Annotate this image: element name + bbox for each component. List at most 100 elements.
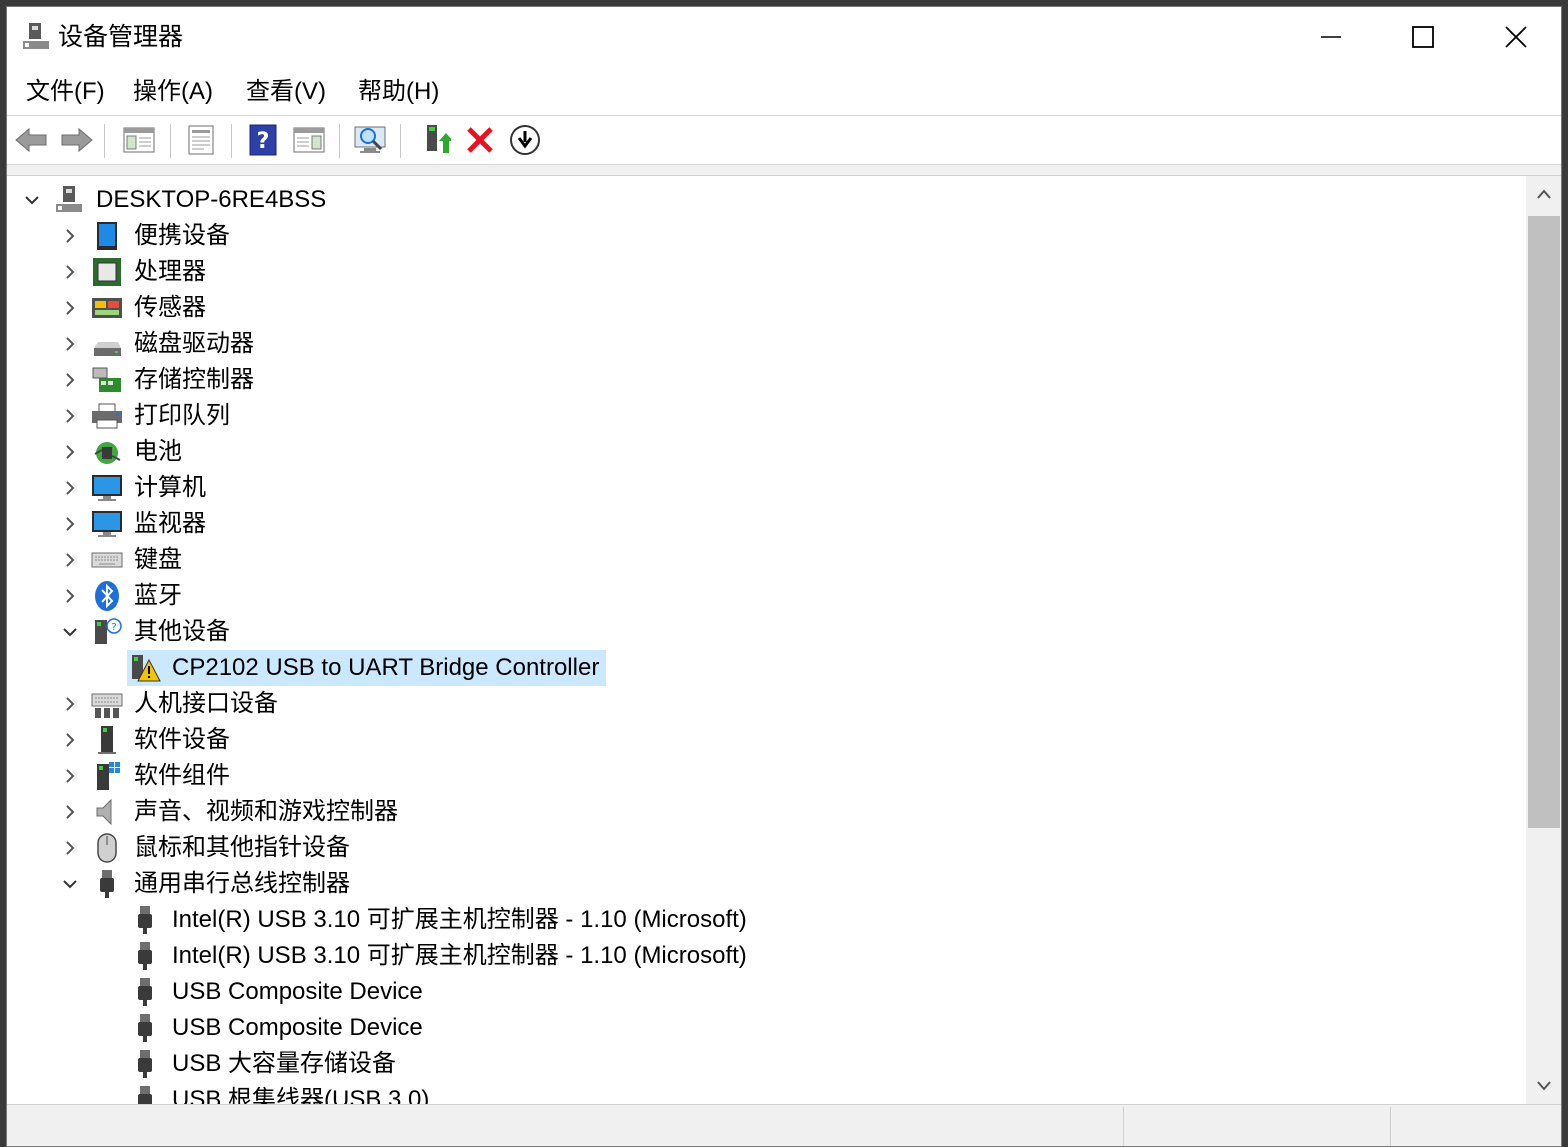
tree-category-row[interactable]: 鼠标和其他指针设备: [7, 830, 1507, 866]
uninstall-icon: [467, 127, 493, 153]
battery-icon: [94, 442, 121, 464]
svg-text:?: ?: [257, 129, 270, 154]
chevron-down-icon[interactable]: [61, 623, 79, 641]
tree-category-row[interactable]: 存储控制器: [7, 362, 1507, 398]
usb-icon: [138, 1086, 152, 1104]
tree-category-row[interactable]: 传感器: [7, 290, 1507, 326]
toolbar-separator: [231, 124, 232, 158]
usb-icon: [138, 906, 152, 934]
category-label: 打印队列: [134, 402, 230, 429]
scroll-down-button[interactable]: [1526, 1068, 1561, 1104]
tree-device-row[interactable]: USB 大容量存储设备: [7, 1046, 1507, 1082]
tree-category-row[interactable]: 打印队列: [7, 398, 1507, 434]
device-manager-app-icon: [23, 23, 49, 49]
chevron-right-icon[interactable]: [61, 695, 79, 713]
vertical-scrollbar[interactable]: [1526, 176, 1561, 1104]
tree-category-row[interactable]: 键盘: [7, 542, 1507, 578]
chevron-down-icon[interactable]: [61, 875, 79, 893]
forward-button[interactable]: [58, 121, 96, 159]
software-device-icon: [98, 726, 116, 754]
tree-device-row[interactable]: USB Composite Device: [7, 1010, 1507, 1046]
tree-device-row[interactable]: Intel(R) USB 3.10 可扩展主机控制器 - 1.10 (Micro…: [7, 938, 1507, 974]
help-icon: ?: [249, 124, 277, 156]
tree-device-row-selected[interactable]: CP2102 USB to UART Bridge Controller: [7, 650, 1507, 686]
tree-category-row-expanded[interactable]: 通用串行总线控制器: [7, 866, 1507, 902]
chevron-right-icon[interactable]: [61, 263, 79, 281]
monitor-icon: [92, 511, 122, 537]
help-button[interactable]: ?: [244, 121, 282, 159]
update-driver-icon: [427, 125, 451, 153]
tree-category-row[interactable]: 处理器: [7, 254, 1507, 290]
tree-category-row[interactable]: 便携设备: [7, 218, 1507, 254]
tree-category-row[interactable]: 人机接口设备: [7, 686, 1507, 722]
category-label: 蓝牙: [134, 582, 182, 609]
tree-category-row-expanded[interactable]: ? 其他设备: [7, 614, 1507, 650]
tree-device-row[interactable]: Intel(R) USB 3.10 可扩展主机控制器 - 1.10 (Micro…: [7, 902, 1507, 938]
category-label: 计算机: [134, 474, 206, 501]
disk-drive-icon: [94, 342, 121, 356]
properties-button[interactable]: [182, 121, 220, 159]
minimize-button[interactable]: [1285, 7, 1377, 67]
tree-category-row[interactable]: 软件组件: [7, 758, 1507, 794]
maximize-button[interactable]: [1377, 7, 1469, 67]
tree-device-row[interactable]: USB 根集线器(USB 3.0): [7, 1082, 1507, 1104]
chevron-right-icon[interactable]: [61, 803, 79, 821]
tree-category-row[interactable]: 蓝牙: [7, 578, 1507, 614]
back-button[interactable]: [12, 121, 50, 159]
svg-text:?: ?: [111, 622, 116, 633]
close-button[interactable]: [1470, 7, 1561, 67]
show-hide-console-tree-button[interactable]: [120, 121, 158, 159]
menu-action[interactable]: 操作(A): [133, 77, 213, 107]
software-component-icon: [97, 762, 120, 790]
menu-help[interactable]: 帮助(H): [358, 77, 439, 107]
window-title: 设备管理器: [58, 23, 184, 51]
chevron-right-icon[interactable]: [61, 299, 79, 317]
uninstall-device-button[interactable]: [461, 121, 499, 159]
hid-icon: [91, 693, 123, 718]
processor-icon: [93, 258, 121, 286]
tree-category-row[interactable]: 电池: [7, 434, 1507, 470]
disable-device-button[interactable]: [506, 121, 544, 159]
tree-root-row[interactable]: DESKTOP-6RE4BSS: [7, 182, 1507, 218]
tree-category-row[interactable]: 监视器: [7, 506, 1507, 542]
chevron-right-icon[interactable]: [61, 731, 79, 749]
chevron-right-icon[interactable]: [61, 479, 79, 497]
tree-category-row[interactable]: 软件设备: [7, 722, 1507, 758]
usb-icon: [100, 870, 114, 898]
chevron-right-icon[interactable]: [61, 407, 79, 425]
chevron-right-icon[interactable]: [61, 767, 79, 785]
tree-category-row[interactable]: 声音、视频和游戏控制器: [7, 794, 1507, 830]
chevron-right-icon[interactable]: [61, 335, 79, 353]
computer-root-icon: [56, 186, 82, 212]
tree-category-row[interactable]: 计算机: [7, 470, 1507, 506]
chevron-up-icon: [1537, 189, 1551, 199]
chevron-right-icon[interactable]: [61, 371, 79, 389]
chevron-right-icon[interactable]: [61, 551, 79, 569]
menu-file[interactable]: 文件(F): [26, 77, 105, 107]
tree-device-row[interactable]: USB Composite Device: [7, 974, 1507, 1010]
menu-bar: 文件(F) 操作(A) 查看(V) 帮助(H): [7, 67, 1561, 116]
chevron-down-icon: [1537, 1081, 1551, 1091]
category-label: 便携设备: [134, 222, 230, 249]
chevron-right-icon[interactable]: [61, 839, 79, 857]
toolbar-separator: [400, 124, 401, 158]
root-computer-name: DESKTOP-6RE4BSS: [96, 186, 327, 213]
action-pane-button[interactable]: [290, 121, 328, 159]
scan-hardware-button[interactable]: [352, 121, 390, 159]
menu-view[interactable]: 查看(V): [246, 77, 326, 107]
chevron-right-icon[interactable]: [61, 587, 79, 605]
category-label: 存储控制器: [134, 366, 254, 393]
update-driver-button[interactable]: [417, 121, 455, 159]
device-tree[interactable]: DESKTOP-6RE4BSS 便携设备 处理器 传感器 磁盘驱动器 存储控制器: [7, 176, 1526, 1104]
chevron-right-icon[interactable]: [61, 515, 79, 533]
chevron-right-icon[interactable]: [61, 443, 79, 461]
scrollbar-thumb[interactable]: [1528, 216, 1560, 828]
scroll-up-button[interactable]: [1526, 176, 1561, 212]
tree-category-row[interactable]: 磁盘驱动器: [7, 326, 1507, 362]
title-bar[interactable]: 设备管理器: [7, 7, 1561, 67]
device-label: USB Composite Device: [172, 978, 423, 1005]
chevron-down-icon[interactable]: [23, 191, 41, 209]
chevron-right-icon[interactable]: [61, 227, 79, 245]
category-label: 其他设备: [134, 618, 230, 645]
speaker-icon: [96, 798, 112, 826]
